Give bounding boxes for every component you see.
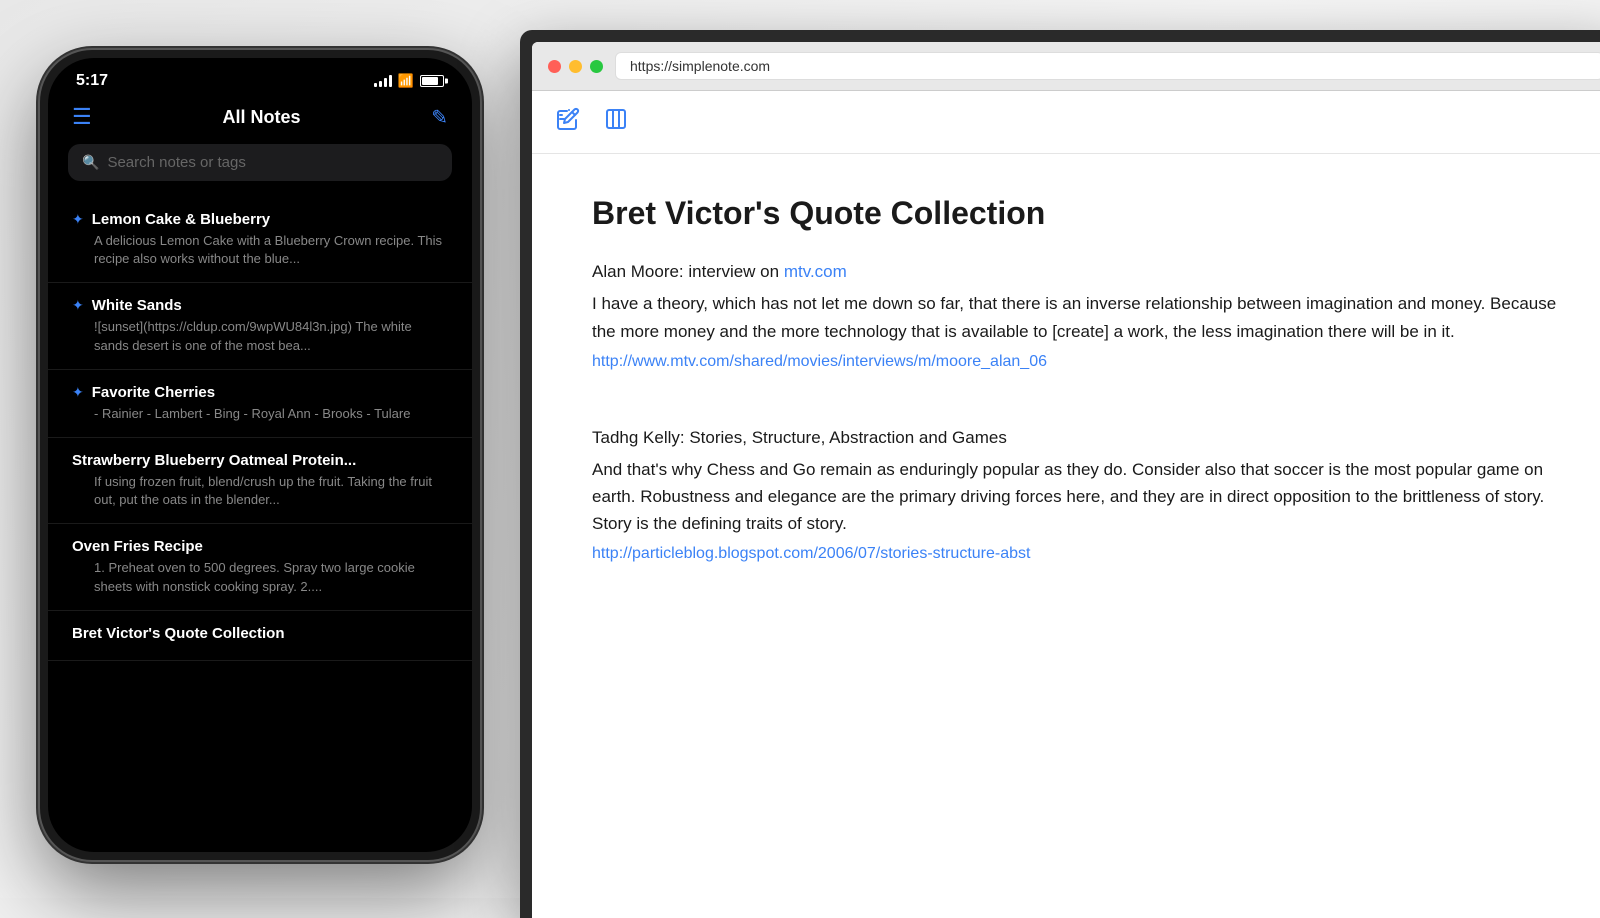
status-time: 5:17 bbox=[76, 72, 108, 90]
traffic-light-red[interactable] bbox=[548, 60, 561, 73]
note-header: ✦ Lemon Cake & Blueberry bbox=[72, 211, 448, 228]
address-bar[interactable]: https://simplenote.com bbox=[615, 52, 1600, 80]
traffic-light-green[interactable] bbox=[590, 60, 603, 73]
wifi-icon: 📶 bbox=[398, 73, 414, 89]
divider bbox=[592, 403, 1560, 404]
phone-mockup: 5:17 📶 ☰ All Notes ✎ 🔍 bbox=[40, 50, 500, 870]
quote-url-1[interactable]: http://www.mtv.com/shared/movies/intervi… bbox=[592, 353, 1047, 370]
quote-section-1: Alan Moore: interview on mtv.com I have … bbox=[592, 262, 1560, 370]
header-title: All Notes bbox=[222, 107, 300, 128]
note-header: ✦ White Sands bbox=[72, 297, 448, 314]
new-note-button[interactable] bbox=[552, 103, 584, 141]
signal-icon bbox=[374, 75, 392, 87]
search-placeholder: Search notes or tags bbox=[107, 154, 245, 171]
pin-icon: ✦ bbox=[72, 211, 84, 228]
status-icons: 📶 bbox=[374, 73, 444, 89]
laptop-body: https://simplenote.com bbox=[520, 30, 1600, 918]
quote-text-2: And that's why Chess and Go remain as en… bbox=[592, 456, 1560, 538]
note-title: Lemon Cake & Blueberry bbox=[92, 211, 270, 228]
traffic-light-yellow[interactable] bbox=[569, 60, 582, 73]
laptop-screen: https://simplenote.com bbox=[532, 42, 1600, 918]
note-header: ✦ Favorite Cherries bbox=[72, 384, 448, 401]
phone-body: 5:17 📶 ☰ All Notes ✎ 🔍 bbox=[40, 50, 480, 860]
battery-icon bbox=[420, 75, 444, 87]
note-title: Strawberry Blueberry Oatmeal Protein... bbox=[72, 452, 356, 469]
quote-author-link-1[interactable]: mtv.com bbox=[784, 262, 847, 281]
menu-icon[interactable]: ☰ bbox=[72, 104, 92, 130]
note-header: Strawberry Blueberry Oatmeal Protein... bbox=[72, 452, 448, 469]
note-title: Favorite Cherries bbox=[92, 384, 215, 401]
note-preview: A delicious Lemon Cake with a Blueberry … bbox=[94, 232, 448, 268]
quote-url-2[interactable]: http://particleblog.blogspot.com/2006/07… bbox=[592, 545, 1030, 562]
list-item[interactable]: Oven Fries Recipe 1. Preheat oven to 500… bbox=[48, 524, 472, 610]
note-preview: 1. Preheat oven to 500 degrees. Spray tw… bbox=[94, 559, 448, 595]
note-content-area[interactable]: Bret Victor's Quote Collection Alan Moor… bbox=[532, 154, 1600, 918]
quote-text-1: I have a theory, which has not let me do… bbox=[592, 290, 1560, 344]
pin-icon: ✦ bbox=[72, 297, 84, 314]
note-preview: If using frozen fruit, blend/crush up th… bbox=[94, 473, 448, 509]
note-preview: ![sunset](https://cldup.com/9wpWU84l3n.j… bbox=[94, 318, 448, 354]
note-title: Bret Victor's Quote Collection bbox=[72, 625, 285, 642]
quote-section-2: Tadhg Kelly: Stories, Structure, Abstrac… bbox=[592, 428, 1560, 564]
search-icon: 🔍 bbox=[82, 154, 99, 171]
list-item[interactable]: ✦ Lemon Cake & Blueberry A delicious Lem… bbox=[48, 197, 472, 283]
app-toolbar bbox=[532, 91, 1600, 154]
note-main-title: Bret Victor's Quote Collection bbox=[592, 194, 1560, 232]
note-title: Oven Fries Recipe bbox=[72, 538, 203, 555]
layout-button[interactable] bbox=[600, 103, 632, 141]
quote-author-2: Tadhg Kelly: Stories, Structure, Abstrac… bbox=[592, 428, 1560, 448]
note-header: Oven Fries Recipe bbox=[72, 538, 448, 555]
laptop-mockup: https://simplenote.com bbox=[520, 30, 1600, 898]
search-bar[interactable]: 🔍 Search notes or tags bbox=[68, 144, 452, 181]
list-item[interactable]: ✦ Favorite Cherries - Rainier - Lambert … bbox=[48, 370, 472, 438]
quote-author-1: Alan Moore: interview on mtv.com bbox=[592, 262, 1560, 282]
phone-screen: 5:17 📶 ☰ All Notes ✎ 🔍 bbox=[48, 58, 472, 852]
battery-fill bbox=[422, 77, 438, 85]
pin-icon: ✦ bbox=[72, 384, 84, 401]
list-item[interactable]: Bret Victor's Quote Collection bbox=[48, 611, 472, 661]
note-preview: - Rainier - Lambert - Bing - Royal Ann -… bbox=[94, 405, 448, 423]
app-header: ☰ All Notes ✎ bbox=[48, 96, 472, 144]
browser-chrome: https://simplenote.com bbox=[532, 42, 1600, 91]
status-bar: 5:17 📶 bbox=[48, 58, 472, 96]
traffic-lights bbox=[548, 60, 603, 73]
note-title: White Sands bbox=[92, 297, 182, 314]
list-item[interactable]: Strawberry Blueberry Oatmeal Protein... … bbox=[48, 438, 472, 524]
note-header: Bret Victor's Quote Collection bbox=[72, 625, 448, 642]
notes-list: ✦ Lemon Cake & Blueberry A delicious Lem… bbox=[48, 197, 472, 661]
list-item[interactable]: ✦ White Sands ![sunset](https://cldup.co… bbox=[48, 283, 472, 369]
new-note-icon[interactable]: ✎ bbox=[431, 105, 448, 130]
